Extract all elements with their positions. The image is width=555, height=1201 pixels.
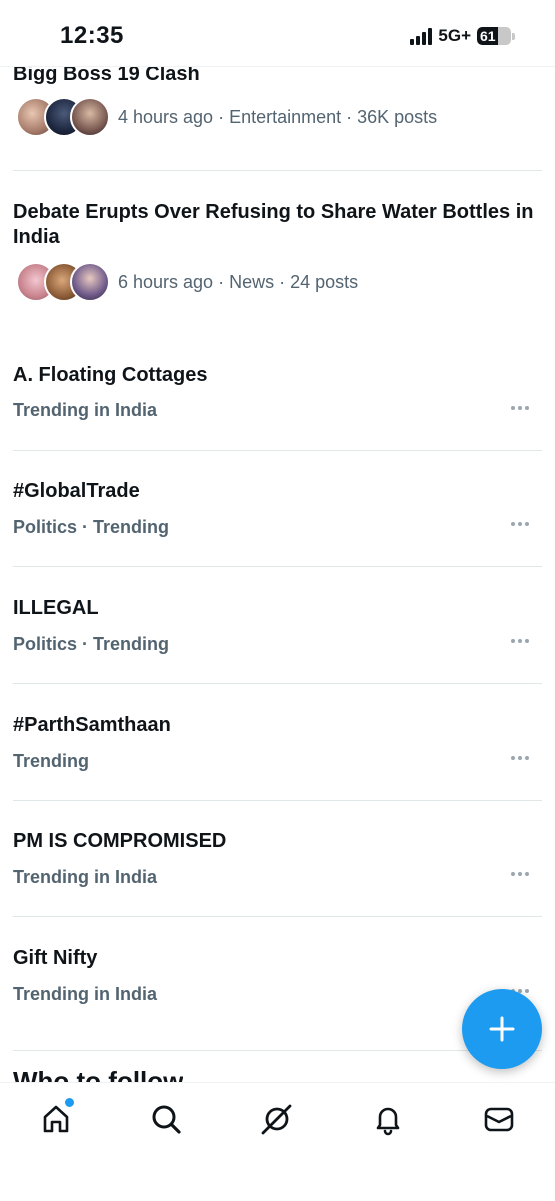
divider (13, 683, 542, 684)
divider (13, 916, 542, 917)
trend-item[interactable]: A. Floating Cottages Trending in India (0, 350, 555, 466)
nav-grok[interactable] (257, 1099, 297, 1139)
trend-item[interactable]: #ParthSamthaan Trending (0, 700, 555, 816)
news-avatars (13, 262, 110, 302)
nav-home[interactable] (36, 1097, 76, 1139)
divider (13, 800, 542, 801)
compose-button[interactable] (462, 989, 542, 1069)
divider (13, 1050, 542, 1051)
more-options-icon[interactable] (511, 872, 529, 876)
status-bar: 12:35 5G+ 61 (0, 0, 555, 67)
trend-item[interactable]: ILLEGAL Politics · Trending (0, 583, 555, 699)
news-meta: 4 hours ago · Entertainment · 36K posts (118, 106, 438, 127)
bottom-nav (0, 1082, 555, 1201)
trend-item[interactable]: #GlobalTrade Politics · Trending (0, 466, 555, 582)
trend-context: Trending (13, 751, 89, 771)
nav-messages[interactable] (479, 1099, 519, 1139)
trend-name: #ParthSamthaan (13, 714, 171, 736)
trend-name: ILLEGAL (13, 597, 99, 619)
trend-name: #GlobalTrade (13, 480, 140, 502)
avatar (70, 262, 110, 302)
plus-icon (489, 1016, 515, 1042)
trend-item[interactable]: PM IS COMPROMISED Trending in India (0, 816, 555, 932)
news-item[interactable]: Bigg Boss 19 Clash 4 hours ago · Enterta… (13, 62, 543, 137)
status-indicators: 5G+ 61 (410, 26, 515, 46)
trend-context: Politics · Trending (13, 634, 170, 654)
news-avatars (13, 97, 110, 137)
battery-level: 61 (480, 28, 496, 44)
trend-context: Trending in India (13, 400, 157, 420)
divider (13, 566, 542, 567)
signal-icon (410, 27, 433, 45)
trend-name: A. Floating Cottages (13, 364, 208, 386)
network-type: 5G+ (438, 26, 471, 45)
battery-icon: 61 (477, 27, 515, 45)
who-to-follow-heading: Who to follow (13, 1066, 184, 1082)
mail-icon (484, 1107, 514, 1132)
more-options-icon[interactable] (511, 756, 529, 760)
news-title: Debate Erupts Over Refusing to Share Wat… (13, 201, 534, 248)
more-options-icon[interactable] (511, 522, 529, 526)
trend-context: Trending in India (13, 867, 157, 887)
grok-icon (261, 1104, 292, 1135)
avatar (70, 97, 110, 137)
nav-notifications[interactable] (368, 1099, 408, 1139)
search-icon (152, 1105, 181, 1134)
divider (13, 170, 542, 171)
notification-dot (64, 1097, 75, 1108)
trend-name: Gift Nifty (13, 947, 98, 969)
status-time: 12:35 (60, 22, 124, 49)
news-item[interactable]: Debate Erupts Over Refusing to Share Wat… (13, 200, 543, 302)
nav-search[interactable] (146, 1099, 186, 1139)
news-meta: 6 hours ago · News · 24 posts (118, 271, 359, 292)
trend-context: Politics · Trending (13, 517, 170, 537)
trend-name: PM IS COMPROMISED (13, 830, 227, 852)
bell-icon (376, 1107, 400, 1136)
divider (13, 450, 542, 451)
more-options-icon[interactable] (511, 639, 529, 643)
trend-context: Trending in India (13, 984, 157, 1004)
more-options-icon[interactable] (511, 406, 529, 410)
